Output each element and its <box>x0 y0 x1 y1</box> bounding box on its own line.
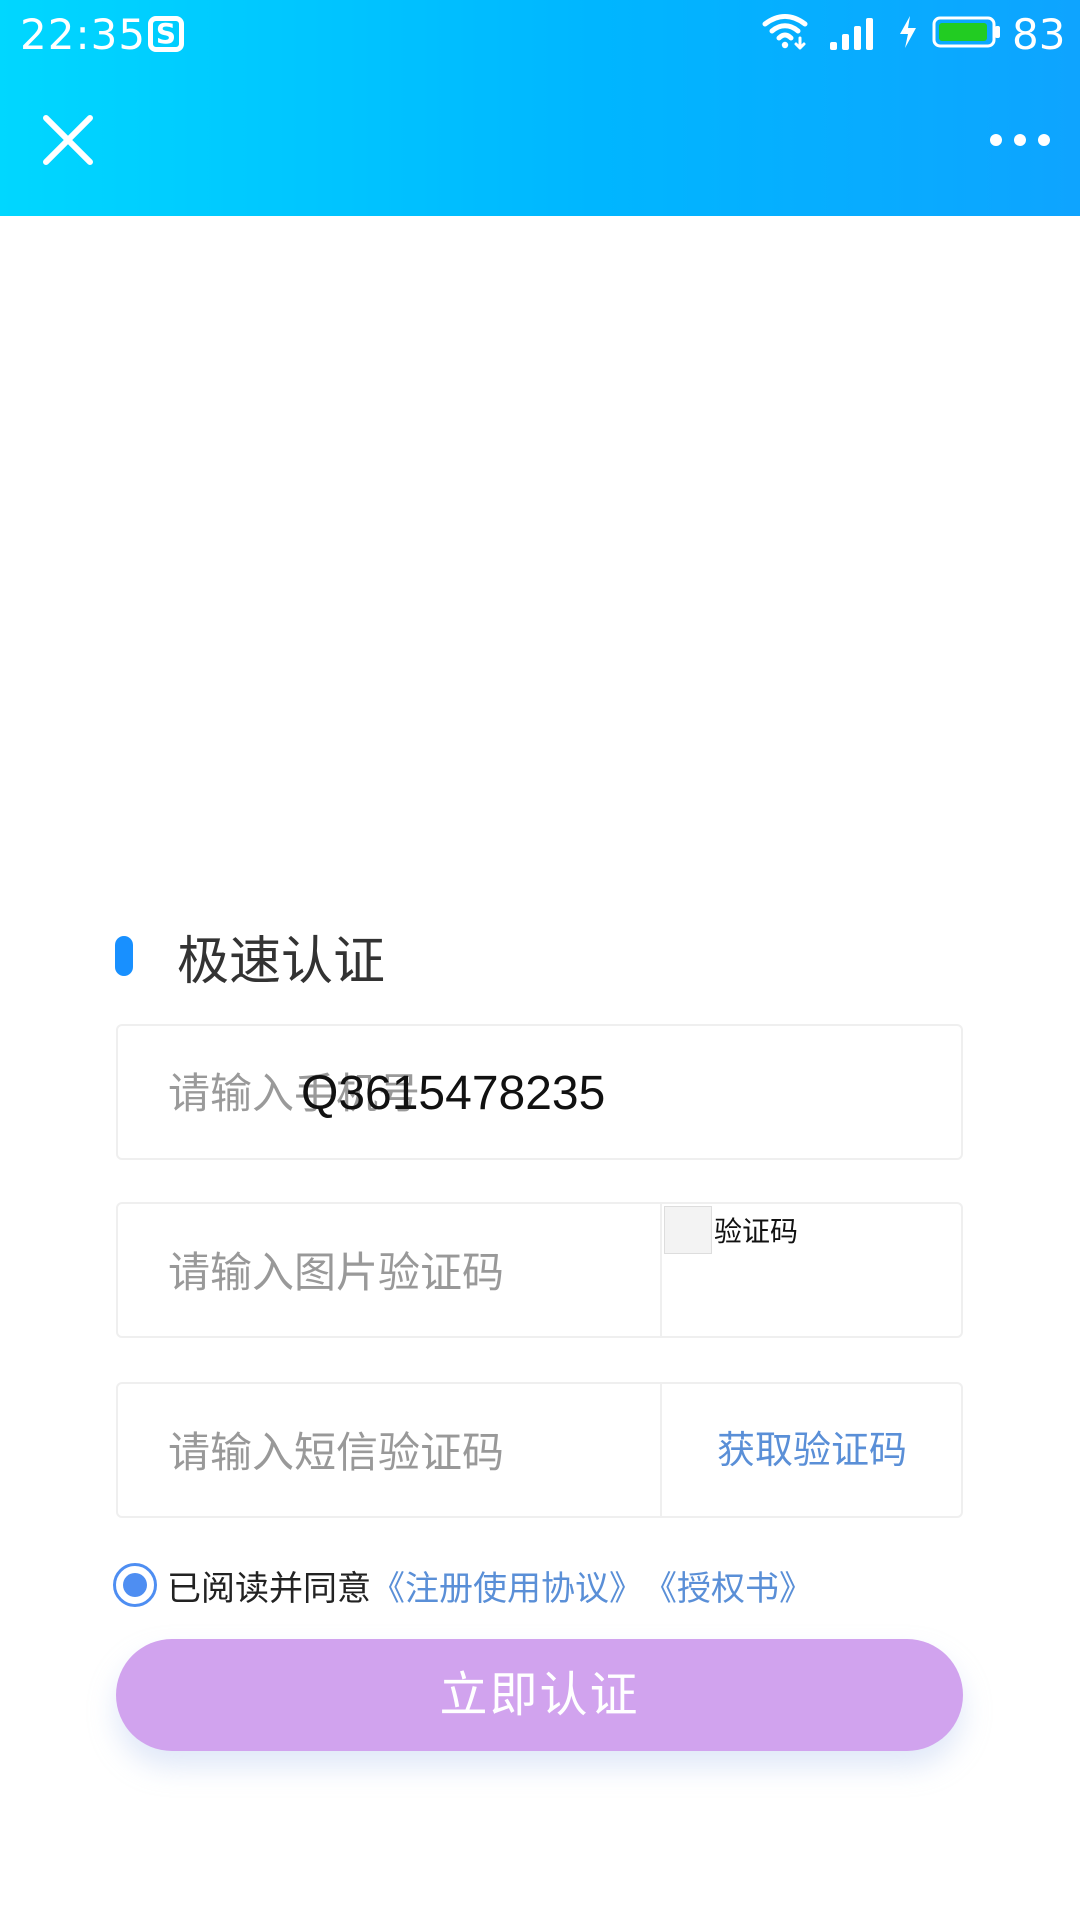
agreement-radio[interactable] <box>113 1563 157 1607</box>
battery-icon <box>932 16 1000 48</box>
agreement-text: 已阅读并同意 <box>167 1568 371 1609</box>
section-heading: 极速认证 <box>115 924 385 992</box>
signal-icon <box>830 18 873 50</box>
user-agreement-link[interactable]: 《注册使用协议》 <box>371 1561 643 1610</box>
captcha-input[interactable] <box>168 1204 648 1340</box>
submit-button[interactable]: 立即认证 <box>116 1639 963 1751</box>
top-header: 22:35 S 83 <box>0 0 1080 216</box>
get-code-button[interactable]: 获取验证码 <box>662 1384 962 1516</box>
sms-code-field[interactable]: 获取验证码 <box>116 1382 963 1520</box>
more-icon[interactable] <box>988 128 1052 152</box>
phone-value[interactable]: Q3615478235 <box>301 1026 605 1162</box>
section-title: 极速认证 <box>177 931 386 992</box>
captcha-divider <box>660 1204 662 1336</box>
app-logo-icon: S <box>148 16 184 52</box>
phone-field[interactable]: 请输入手机号 Q3615478235 <box>116 1024 963 1160</box>
title-marker <box>115 936 133 976</box>
close-icon[interactable] <box>40 112 96 168</box>
battery-percentage: 83 <box>1012 10 1066 59</box>
agreement-row: 已阅读并同意 《注册使用协议》 《授权书》 <box>113 1561 813 1610</box>
captcha-field[interactable]: 验证码 <box>116 1202 963 1340</box>
captcha-alt-text: 验证码 <box>714 1215 799 1248</box>
status-time: 22:35 <box>20 10 147 59</box>
charging-icon <box>900 16 916 48</box>
broken-image-icon <box>664 1206 712 1254</box>
captcha-image[interactable]: 验证码 <box>664 1206 798 1256</box>
authorization-link[interactable]: 《授权书》 <box>643 1561 813 1610</box>
wifi-icon <box>762 14 808 50</box>
sms-code-input[interactable] <box>168 1384 648 1520</box>
